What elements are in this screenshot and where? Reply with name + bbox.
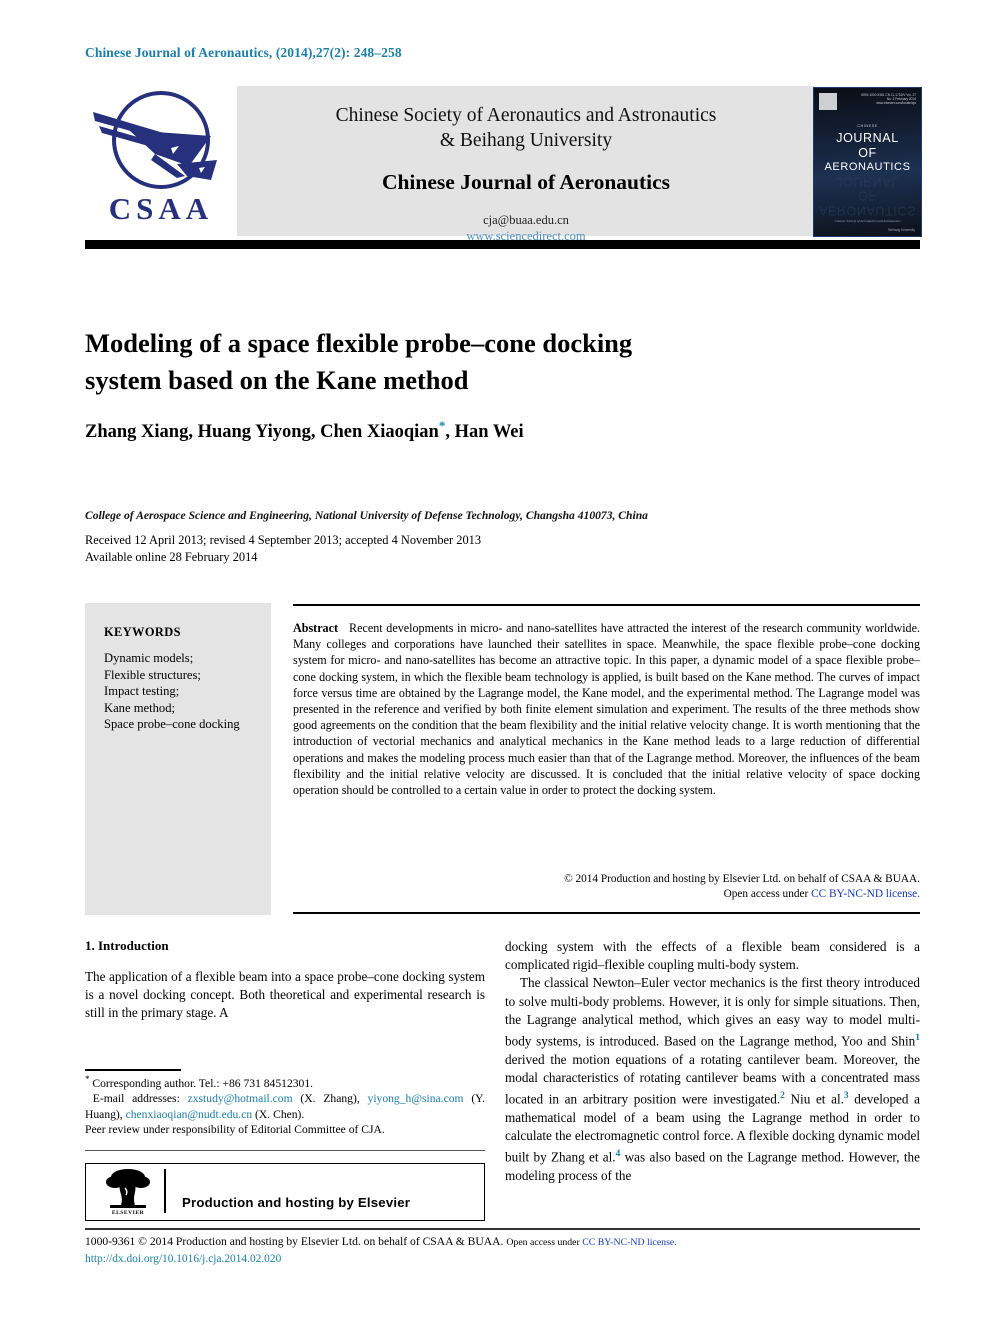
cover-reflection-line-3: AERONAUTICS (819, 203, 916, 218)
title-line-2: system based on the Kane method (85, 364, 469, 395)
article-dates: Received 12 April 2013; revised 4 Septem… (85, 532, 920, 566)
doi-link[interactable]: http://dx.doi.org/10.1016/j.cja.2014.02.… (85, 1251, 920, 1267)
keywords-heading: KEYWORDS (104, 625, 181, 639)
cover-reflection-line-1: JOURNAL (836, 174, 899, 189)
society-line-1: Chinese Society of Aeronautics and Astro… (335, 105, 717, 126)
journal-email[interactable]: cja@buaa.edu.cn (237, 213, 815, 228)
copyright-line: © 2014 Production and hosting by Elsevie… (564, 873, 920, 885)
available-online-date: Available online 28 February 2014 (85, 550, 258, 564)
cover-title: JOURNAL OF AERONAUTICS (814, 131, 921, 175)
rp2-part-a: The classical Newton–Euler vector mechan… (505, 975, 920, 1049)
page-title: Modeling of a space flexible probe–cone … (85, 325, 785, 399)
list-item: Flexible structures; (104, 667, 201, 682)
email-owner-3: (X. Chen). (252, 1107, 305, 1121)
abstract-copyright: © 2014 Production and hosting by Elsevie… (293, 872, 920, 901)
corresponding-author-text: Corresponding author. Tel.: +86 731 8451… (92, 1076, 314, 1090)
abstract-body: Recent developments in micro- and nano-s… (293, 621, 920, 798)
abstract-label: Abstract (293, 621, 339, 635)
elsevier-tree-glyph (106, 1169, 150, 1208)
production-box-divider (164, 1169, 166, 1213)
email-link-3[interactable]: chenxiaoqian@nudt.edu.cn (126, 1108, 253, 1121)
corresponding-author-note: * Corresponding author. Tel.: +86 731 84… (85, 1072, 485, 1091)
list-item: Space probe–cone docking (104, 717, 240, 732)
right-paragraph-2: The classical Newton–Euler vector mechan… (505, 974, 920, 1184)
email-owner-1: (X. Zhang), (292, 1092, 368, 1106)
footer-openaccess-prefix: Open access under (506, 1237, 583, 1248)
cover-title-line-2: OF (858, 145, 877, 160)
title-line-1: Modeling of a space flexible probe–cone … (85, 327, 633, 358)
email-link-2[interactable]: yiyong_h@sina.com (368, 1092, 464, 1105)
csaa-wordmark: CSAA (108, 191, 214, 226)
list-item: Kane method; (104, 700, 175, 715)
elsevier-tree-icon (819, 93, 837, 110)
society-line-2: & Beihang University (439, 130, 613, 151)
masthead-band: Chinese Society of Aeronautics and Astro… (237, 86, 815, 243)
journal-title: Chinese Journal of Aeronautics (381, 170, 671, 194)
cover-title-line-3: AERONAUTICS (824, 161, 911, 173)
cover-publisher: Beihang University (888, 228, 915, 232)
production-hosting-label: Production and hosting by Elsevier (182, 1195, 411, 1210)
issn-text: 1000-9361 © 2014 Production and hosting … (85, 1235, 504, 1248)
footer-license-link[interactable]: CC BY-NC-ND license. (582, 1237, 676, 1248)
elsevier-tree-logo-icon: ELSEVIER (104, 1168, 152, 1216)
keywords-list: Dynamic models; Flexible structures; Imp… (104, 650, 264, 733)
author-names-tail: , Han Wei (445, 422, 524, 443)
author-list: Zhang Xiang, Huang Yiyong, Chen Xiaoqian… (85, 418, 845, 443)
footnotes: * Corresponding author. Tel.: +86 731 84… (85, 1072, 485, 1137)
right-paragraph-1: docking system with the effects of a fle… (505, 939, 920, 973)
email-label: E-mail addresses: (92, 1092, 180, 1106)
intro-paragraph: The application of a flexible beam into … (85, 969, 485, 1021)
list-item: Impact testing; (104, 684, 180, 699)
column-left: 1. Introduction The application of a fle… (85, 938, 485, 1023)
issn-copyright-line: 1000-9361 © 2014 Production and hosting … (85, 1234, 920, 1251)
csaa-logo: CSAA (85, 86, 237, 236)
abstract-top-rule (293, 604, 920, 606)
rp2-part-c: Niu et al. (784, 1091, 844, 1107)
cover-reflection-line-2: OF (858, 189, 877, 203)
article-page: Chinese Journal of Aeronautics, (2014),2… (85, 0, 922, 1323)
openaccess-prefix: Open access under (723, 887, 812, 900)
abstract-bottom-rule (293, 912, 920, 914)
email-addresses-note: E-mail addresses: zxstudy@hotmail.com (X… (85, 1091, 485, 1122)
author-names: Zhang Xiang, Huang Yiyong, Chen Xiaoqian (85, 422, 439, 443)
license-link[interactable]: CC BY-NC-ND license. (811, 888, 920, 900)
column-right: docking system with the effects of a fle… (505, 938, 920, 1185)
elsevier-wordmark: ELSEVIER (111, 1210, 145, 1216)
abstract-text: Abstract Recent developments in micro- a… (293, 620, 920, 798)
running-head: Chinese Journal of Aeronautics, (2014),2… (85, 45, 402, 60)
asterisk-marker: * (85, 1074, 90, 1084)
society-name: Chinese Society of Aeronautics and Astro… (237, 86, 815, 153)
cover-title-line-1: JOURNAL (836, 131, 899, 145)
journal-cover-thumbnail: ISSN 1000-9361 CN 11-1732/V Vol. 27 No. … (813, 87, 922, 237)
cover-metadata: ISSN 1000-9361 CN 11-1732/V Vol. 27 No. … (860, 93, 916, 106)
production-hosting-box: ELSEVIER Production and hosting by Elsev… (85, 1163, 485, 1221)
footnote-divider (85, 1150, 485, 1152)
footnote-rule (85, 1069, 181, 1071)
section-heading-introduction: 1. Introduction (85, 938, 169, 953)
footer-rule (85, 1228, 920, 1230)
received-dates: Received 12 April 2013; revised 4 Septem… (85, 533, 482, 547)
cover-footline: Chinese Society of Aeronautics and Astro… (834, 219, 901, 223)
email-link-1[interactable]: zxstudy@hotmail.com (188, 1092, 293, 1105)
masthead-divider (85, 240, 920, 249)
citation-ref-1[interactable]: 1 (915, 1033, 920, 1043)
csaa-emblem-icon (93, 91, 217, 189)
journal-masthead: CSAA Chinese Society of Aeronautics and … (85, 86, 922, 243)
list-item: Dynamic models; (104, 651, 194, 665)
page-footer: 1000-9361 © 2014 Production and hosting … (85, 1234, 920, 1267)
peer-review-note: Peer review under responsibility of Edit… (85, 1123, 385, 1137)
cover-title-reflection: AERONAUTICS OF JOURNAL (814, 174, 921, 218)
keywords-box: KEYWORDS Dynamic models; Flexible struct… (85, 603, 271, 915)
cover-kicker: CHINESE (857, 124, 878, 128)
affiliation: College of Aerospace Science and Enginee… (85, 509, 648, 522)
openaccess-line: Open access under CC BY-NC-ND license. (293, 887, 920, 902)
